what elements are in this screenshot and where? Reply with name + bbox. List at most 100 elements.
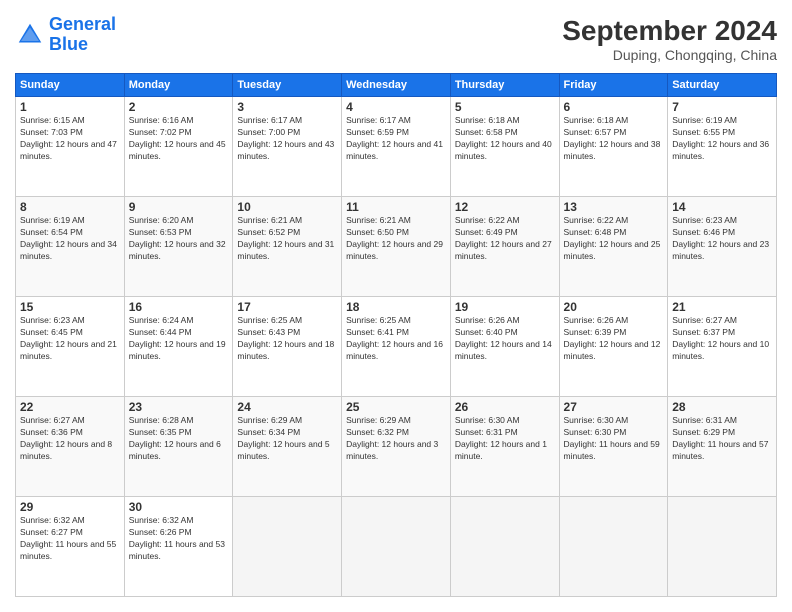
sunrise-label: Sunrise: 6:27 AM bbox=[20, 415, 85, 425]
day-number: 15 bbox=[20, 300, 120, 314]
main-title: September 2024 bbox=[562, 15, 777, 47]
table-row: 30 Sunrise: 6:32 AM Sunset: 6:26 PM Dayl… bbox=[124, 497, 233, 597]
sunrise-label: Sunrise: 6:20 AM bbox=[129, 215, 194, 225]
daylight-label: Daylight: 12 hours and 41 minutes. bbox=[346, 139, 443, 161]
table-row: 12 Sunrise: 6:22 AM Sunset: 6:49 PM Dayl… bbox=[450, 197, 559, 297]
sunrise-label: Sunrise: 6:22 AM bbox=[564, 215, 629, 225]
day-info: Sunrise: 6:26 AM Sunset: 6:39 PM Dayligh… bbox=[564, 315, 664, 363]
day-info: Sunrise: 6:30 AM Sunset: 6:31 PM Dayligh… bbox=[455, 415, 555, 463]
day-number: 13 bbox=[564, 200, 664, 214]
sunset-label: Sunset: 7:02 PM bbox=[129, 127, 192, 137]
daylight-label: Daylight: 12 hours and 23 minutes. bbox=[672, 239, 769, 261]
sunrise-label: Sunrise: 6:17 AM bbox=[346, 115, 411, 125]
col-monday: Monday bbox=[124, 74, 233, 97]
sunset-label: Sunset: 6:44 PM bbox=[129, 327, 192, 337]
daylight-label: Daylight: 12 hours and 1 minute. bbox=[455, 439, 547, 461]
calendar-table: Sunday Monday Tuesday Wednesday Thursday… bbox=[15, 73, 777, 597]
daylight-label: Daylight: 12 hours and 16 minutes. bbox=[346, 339, 443, 361]
daylight-label: Daylight: 12 hours and 29 minutes. bbox=[346, 239, 443, 261]
sunrise-label: Sunrise: 6:18 AM bbox=[455, 115, 520, 125]
table-row: 6 Sunrise: 6:18 AM Sunset: 6:57 PM Dayli… bbox=[559, 97, 668, 197]
col-friday: Friday bbox=[559, 74, 668, 97]
table-row: 4 Sunrise: 6:17 AM Sunset: 6:59 PM Dayli… bbox=[342, 97, 451, 197]
table-row: 24 Sunrise: 6:29 AM Sunset: 6:34 PM Dayl… bbox=[233, 397, 342, 497]
sunset-label: Sunset: 6:32 PM bbox=[346, 427, 409, 437]
sunrise-label: Sunrise: 6:23 AM bbox=[20, 315, 85, 325]
table-row: 5 Sunrise: 6:18 AM Sunset: 6:58 PM Dayli… bbox=[450, 97, 559, 197]
sunset-label: Sunset: 6:35 PM bbox=[129, 427, 192, 437]
sunrise-label: Sunrise: 6:25 AM bbox=[237, 315, 302, 325]
day-info: Sunrise: 6:20 AM Sunset: 6:53 PM Dayligh… bbox=[129, 215, 229, 263]
table-row: 9 Sunrise: 6:20 AM Sunset: 6:53 PM Dayli… bbox=[124, 197, 233, 297]
daylight-label: Daylight: 12 hours and 25 minutes. bbox=[564, 239, 661, 261]
day-info: Sunrise: 6:18 AM Sunset: 6:58 PM Dayligh… bbox=[455, 115, 555, 163]
sunset-label: Sunset: 6:36 PM bbox=[20, 427, 83, 437]
day-number: 9 bbox=[129, 200, 229, 214]
sunset-label: Sunset: 6:55 PM bbox=[672, 127, 735, 137]
day-info: Sunrise: 6:18 AM Sunset: 6:57 PM Dayligh… bbox=[564, 115, 664, 163]
table-row bbox=[342, 497, 451, 597]
sunrise-label: Sunrise: 6:15 AM bbox=[20, 115, 85, 125]
day-number: 10 bbox=[237, 200, 337, 214]
day-number: 2 bbox=[129, 100, 229, 114]
daylight-label: Daylight: 12 hours and 32 minutes. bbox=[129, 239, 226, 261]
sunset-label: Sunset: 6:53 PM bbox=[129, 227, 192, 237]
sunrise-label: Sunrise: 6:31 AM bbox=[672, 415, 737, 425]
sunrise-label: Sunrise: 6:19 AM bbox=[20, 215, 85, 225]
calendar-week-row: 15 Sunrise: 6:23 AM Sunset: 6:45 PM Dayl… bbox=[16, 297, 777, 397]
table-row: 3 Sunrise: 6:17 AM Sunset: 7:00 PM Dayli… bbox=[233, 97, 342, 197]
day-number: 5 bbox=[455, 100, 555, 114]
day-info: Sunrise: 6:32 AM Sunset: 6:26 PM Dayligh… bbox=[129, 515, 229, 563]
calendar-week-row: 1 Sunrise: 6:15 AM Sunset: 7:03 PM Dayli… bbox=[16, 97, 777, 197]
day-number: 29 bbox=[20, 500, 120, 514]
day-info: Sunrise: 6:27 AM Sunset: 6:37 PM Dayligh… bbox=[672, 315, 772, 363]
day-info: Sunrise: 6:17 AM Sunset: 6:59 PM Dayligh… bbox=[346, 115, 446, 163]
daylight-label: Daylight: 12 hours and 34 minutes. bbox=[20, 239, 117, 261]
sunrise-label: Sunrise: 6:32 AM bbox=[20, 515, 85, 525]
day-number: 22 bbox=[20, 400, 120, 414]
table-row: 28 Sunrise: 6:31 AM Sunset: 6:29 PM Dayl… bbox=[668, 397, 777, 497]
sunrise-label: Sunrise: 6:27 AM bbox=[672, 315, 737, 325]
day-info: Sunrise: 6:16 AM Sunset: 7:02 PM Dayligh… bbox=[129, 115, 229, 163]
table-row bbox=[233, 497, 342, 597]
sunrise-label: Sunrise: 6:26 AM bbox=[455, 315, 520, 325]
day-number: 25 bbox=[346, 400, 446, 414]
day-info: Sunrise: 6:23 AM Sunset: 6:45 PM Dayligh… bbox=[20, 315, 120, 363]
table-row bbox=[668, 497, 777, 597]
logo-line2: Blue bbox=[49, 34, 88, 54]
day-number: 18 bbox=[346, 300, 446, 314]
sunrise-label: Sunrise: 6:21 AM bbox=[237, 215, 302, 225]
sunset-label: Sunset: 6:46 PM bbox=[672, 227, 735, 237]
daylight-label: Daylight: 12 hours and 45 minutes. bbox=[129, 139, 226, 161]
page: General Blue September 2024 Duping, Chon… bbox=[0, 0, 792, 612]
table-row bbox=[559, 497, 668, 597]
table-row: 13 Sunrise: 6:22 AM Sunset: 6:48 PM Dayl… bbox=[559, 197, 668, 297]
day-number: 6 bbox=[564, 100, 664, 114]
daylight-label: Daylight: 12 hours and 8 minutes. bbox=[20, 439, 112, 461]
daylight-label: Daylight: 12 hours and 18 minutes. bbox=[237, 339, 334, 361]
sunset-label: Sunset: 6:54 PM bbox=[20, 227, 83, 237]
sunrise-label: Sunrise: 6:16 AM bbox=[129, 115, 194, 125]
day-number: 7 bbox=[672, 100, 772, 114]
table-row: 22 Sunrise: 6:27 AM Sunset: 6:36 PM Dayl… bbox=[16, 397, 125, 497]
sunset-label: Sunset: 6:48 PM bbox=[564, 227, 627, 237]
sunrise-label: Sunrise: 6:28 AM bbox=[129, 415, 194, 425]
day-info: Sunrise: 6:29 AM Sunset: 6:32 PM Dayligh… bbox=[346, 415, 446, 463]
sunset-label: Sunset: 6:49 PM bbox=[455, 227, 518, 237]
day-number: 23 bbox=[129, 400, 229, 414]
day-info: Sunrise: 6:17 AM Sunset: 7:00 PM Dayligh… bbox=[237, 115, 337, 163]
col-wednesday: Wednesday bbox=[342, 74, 451, 97]
sunset-label: Sunset: 7:03 PM bbox=[20, 127, 83, 137]
day-info: Sunrise: 6:31 AM Sunset: 6:29 PM Dayligh… bbox=[672, 415, 772, 463]
sunset-label: Sunset: 6:37 PM bbox=[672, 327, 735, 337]
table-row: 27 Sunrise: 6:30 AM Sunset: 6:30 PM Dayl… bbox=[559, 397, 668, 497]
day-info: Sunrise: 6:27 AM Sunset: 6:36 PM Dayligh… bbox=[20, 415, 120, 463]
daylight-label: Daylight: 12 hours and 38 minutes. bbox=[564, 139, 661, 161]
table-row: 21 Sunrise: 6:27 AM Sunset: 6:37 PM Dayl… bbox=[668, 297, 777, 397]
day-number: 16 bbox=[129, 300, 229, 314]
table-row: 11 Sunrise: 6:21 AM Sunset: 6:50 PM Dayl… bbox=[342, 197, 451, 297]
table-row: 18 Sunrise: 6:25 AM Sunset: 6:41 PM Dayl… bbox=[342, 297, 451, 397]
sunset-label: Sunset: 6:59 PM bbox=[346, 127, 409, 137]
subtitle: Duping, Chongqing, China bbox=[562, 47, 777, 63]
daylight-label: Daylight: 12 hours and 14 minutes. bbox=[455, 339, 552, 361]
